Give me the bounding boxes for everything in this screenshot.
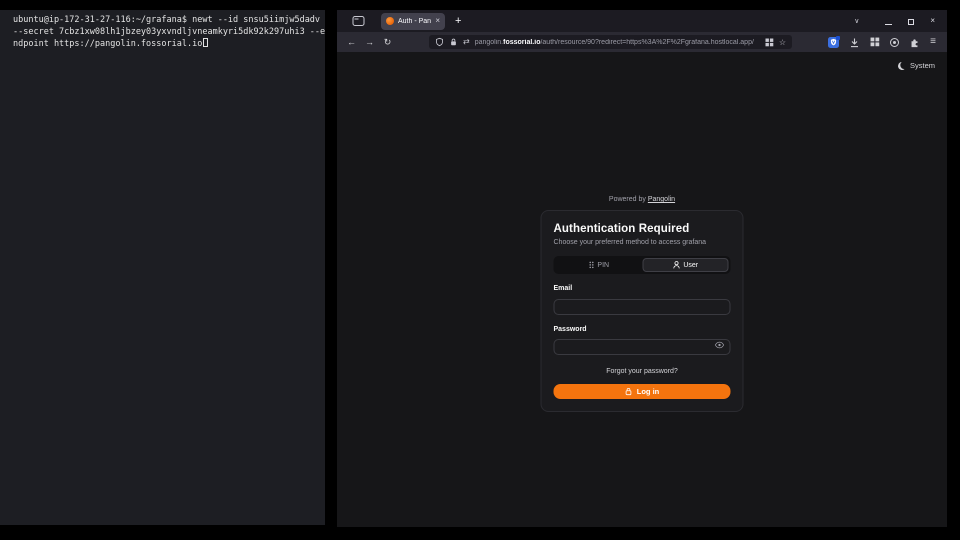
password-label: Password (554, 326, 731, 333)
grid-extension-icon[interactable] (870, 37, 880, 47)
page-content: System Powered by Pangolin Authenticatio… (337, 52, 947, 527)
extensions-puzzle-icon[interactable] (909, 37, 920, 48)
password-input-wrap (554, 337, 731, 356)
email-field[interactable] (554, 299, 731, 315)
show-password-eye-icon[interactable] (715, 341, 725, 349)
firefox-view-button[interactable] (350, 14, 366, 28)
permissions-exchange-icon[interactable]: ⇄ (463, 38, 470, 46)
https-lock-icon[interactable] (449, 37, 458, 47)
forgot-password-link[interactable]: Forgot your password? (554, 368, 731, 375)
back-button[interactable]: ← (345, 37, 358, 47)
url-subdomain: pangolin. (475, 39, 503, 46)
terminal-cursor (203, 38, 208, 47)
card-subtitle: Choose your preferred method to access g… (554, 239, 731, 246)
pangolin-link[interactable]: Pangolin (648, 196, 675, 203)
minimize-icon (885, 24, 892, 25)
bookmark-star-icon[interactable]: ☆ (779, 38, 786, 47)
maximize-icon (908, 19, 914, 25)
pangolin-favicon-icon (386, 17, 394, 25)
downloads-icon[interactable] (849, 37, 860, 48)
extension-badge (836, 36, 840, 40)
user-icon (672, 261, 680, 269)
url-path: /auth/resource/90?redirect=https%3A%2F%2… (540, 39, 753, 46)
tab-user-label: User (683, 262, 698, 269)
tab-close-icon[interactable]: × (435, 17, 440, 25)
terminal-line: ndpoint https://pangolin.fossorial.io (13, 38, 321, 51)
tab-auth-pangolin[interactable]: Auth - Pangolin × (381, 13, 445, 30)
powered-by: Powered by Pangolin (541, 196, 744, 203)
password-manager-extension-icon[interactable] (828, 37, 839, 48)
terminal-line-text: ndpoint https://pangolin.fossorial.io (13, 39, 202, 49)
browser-toolbar: ← → ↻ ⇄ pangolin.fossorial.io/auth/resou… (337, 32, 947, 52)
theme-toggle[interactable]: System (898, 61, 935, 70)
window-controls: ∨ × (854, 12, 935, 30)
powered-by-text: Powered by (609, 196, 646, 203)
terminal-line: ubuntu@ip-172-31-27-116:~/grafana$ newt … (13, 15, 321, 27)
tab-title: Auth - Pangolin (398, 18, 431, 25)
email-input-wrap (554, 296, 731, 315)
moon-icon (897, 61, 907, 71)
tab-pin-label: PIN (597, 262, 609, 269)
url-host: fossorial.io (503, 39, 540, 46)
terminal-window[interactable]: ubuntu@ip-172-31-27-116:~/grafana$ newt … (0, 10, 325, 525)
hamburger-menu-icon[interactable]: ≡ (930, 37, 936, 47)
auth-card: Authentication Required Choose your pref… (541, 210, 744, 412)
theme-toggle-label: System (910, 61, 935, 70)
tab-user[interactable]: User (642, 258, 729, 272)
list-all-tabs-icon[interactable]: ∨ (854, 17, 859, 25)
reload-button[interactable]: ↻ (381, 37, 394, 48)
firefox-view-icon (352, 15, 365, 27)
url-text[interactable]: pangolin.fossorial.io/auth/resource/90?r… (475, 39, 760, 46)
auth-method-tabs: PIN User (554, 256, 731, 274)
browser-tab-bar: Auth - Pangolin × + ∨ × (337, 10, 947, 32)
tab-pin[interactable]: PIN (556, 258, 643, 272)
email-label: Email (554, 285, 731, 292)
new-tab-button[interactable]: + (455, 16, 461, 27)
browser-window: Auth - Pangolin × + ∨ × ← → ↻ (337, 10, 947, 527)
password-field[interactable] (554, 339, 731, 355)
account-ring-icon[interactable] (890, 38, 899, 47)
auth-section: Powered by Pangolin Authentication Requi… (541, 196, 744, 412)
tracking-protection-shield-icon[interactable] (435, 37, 444, 47)
login-lock-icon (625, 387, 633, 396)
toolbar-extension-area: ≡ (828, 37, 939, 48)
screen: ubuntu@ip-172-31-27-116:~/grafana$ newt … (0, 0, 960, 540)
terminal-line: --secret 7cbz1xw08lh1jbzey03yxvndljvneam… (13, 27, 321, 39)
url-bar[interactable]: ⇄ pangolin.fossorial.io/auth/resource/90… (429, 35, 792, 49)
forward-button[interactable]: → (363, 37, 376, 47)
ring-dot (893, 41, 896, 44)
login-button-label: Log in (637, 387, 660, 396)
maximize-button[interactable] (908, 12, 914, 30)
tab-grid-icon[interactable] (765, 38, 774, 47)
login-button[interactable]: Log in (554, 384, 731, 399)
close-window-button[interactable]: × (930, 17, 935, 25)
card-title: Authentication Required (554, 223, 731, 235)
minimize-button[interactable] (885, 12, 892, 30)
keypad-icon (588, 261, 594, 269)
